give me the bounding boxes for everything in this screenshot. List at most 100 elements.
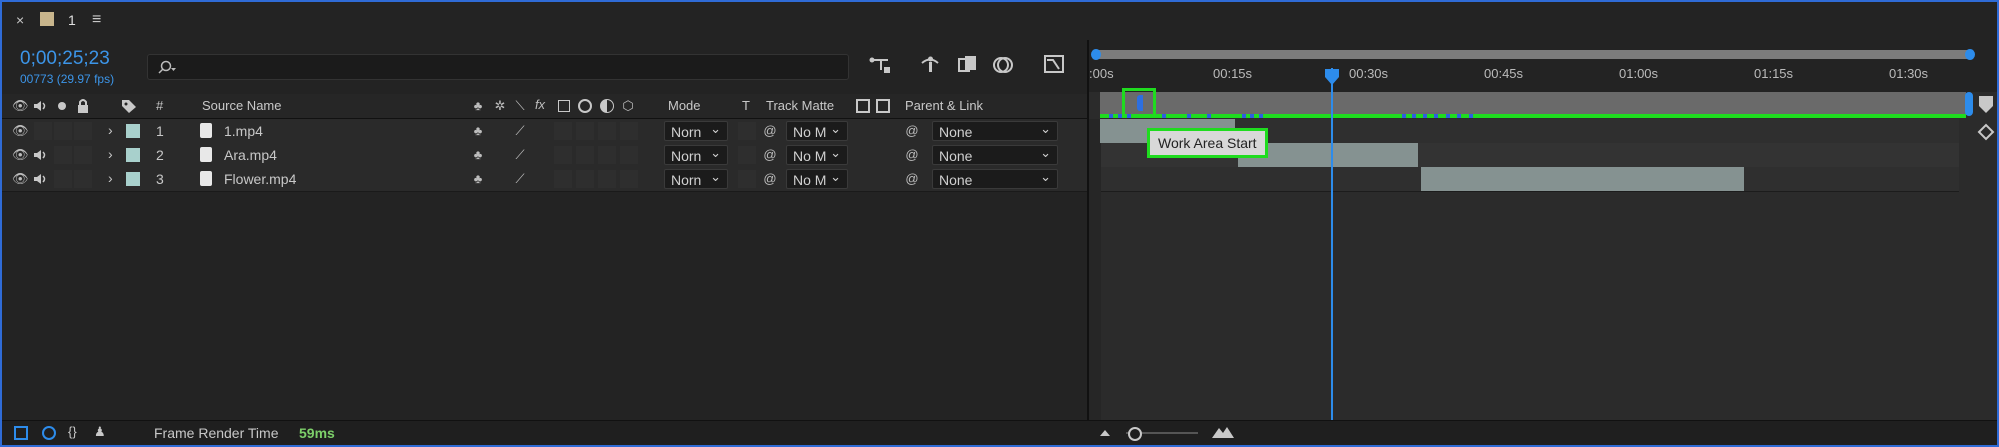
- audio-icon[interactable]: [32, 172, 48, 186]
- lock-toggle[interactable]: [74, 122, 92, 140]
- solo-toggle[interactable]: [54, 170, 72, 188]
- layer-duration-bar-3[interactable]: [1421, 167, 1744, 191]
- lock-toggle[interactable]: [74, 146, 92, 164]
- composition-flowchart-icon[interactable]: [868, 54, 892, 76]
- zoom-slider-thumb[interactable]: [1128, 427, 1142, 441]
- shy-layers-icon[interactable]: [918, 54, 942, 76]
- quality-switch-icon[interactable]: ⟋: [512, 170, 528, 188]
- quality-switch-icon[interactable]: ⟋: [512, 146, 528, 164]
- matte-pickwhip-icon[interactable]: @: [762, 122, 778, 140]
- quality-switch-icon[interactable]: ⟋: [512, 122, 528, 140]
- shy-switch-icon[interactable]: ♣: [470, 122, 486, 140]
- audio-icon[interactable]: [32, 148, 48, 162]
- track-matte-dropdown[interactable]: No M ⌄: [786, 121, 848, 141]
- work-area-bar[interactable]: [1100, 92, 1966, 116]
- transfer-controls-toggle-icon[interactable]: [42, 426, 56, 440]
- layer-name[interactable]: 1.mp4: [224, 123, 263, 139]
- switch-box[interactable]: [554, 170, 572, 188]
- switch-box[interactable]: [576, 122, 594, 140]
- preserve-transparency-toggle[interactable]: [738, 146, 756, 164]
- switch-box[interactable]: [554, 146, 572, 164]
- switch-box[interactable]: [620, 146, 638, 164]
- label-tag-icon[interactable]: [120, 98, 138, 114]
- chevron-down-icon[interactable]: ⌄: [710, 143, 721, 163]
- current-time-indicator-head[interactable]: [1324, 68, 1340, 86]
- switch-box[interactable]: [576, 170, 594, 188]
- label-color-swatch[interactable]: [126, 148, 140, 162]
- switch-box[interactable]: [598, 170, 616, 188]
- parent-pickwhip-icon[interactable]: @: [904, 122, 920, 140]
- video-visibility-icon[interactable]: 👁: [12, 146, 29, 164]
- expand-chevron-icon[interactable]: ›: [108, 122, 113, 138]
- layer-switches-toggle-icon[interactable]: [14, 426, 28, 440]
- mode-dropdown[interactable]: Norn ⌄: [664, 169, 728, 189]
- audio-toggle[interactable]: [34, 122, 52, 140]
- video-visibility-icon[interactable]: 👁: [12, 122, 29, 140]
- chevron-down-icon[interactable]: ⌄: [830, 119, 841, 139]
- search-input[interactable]: [147, 54, 849, 80]
- parent-pickwhip-icon[interactable]: @: [904, 170, 920, 188]
- comp-marker-bin-icon[interactable]: [1976, 94, 1996, 116]
- frame-blending-icon[interactable]: [956, 54, 980, 76]
- switch-box[interactable]: [554, 122, 572, 140]
- switch-box[interactable]: [576, 146, 594, 164]
- matte-pickwhip-icon[interactable]: @: [762, 146, 778, 164]
- chevron-down-icon[interactable]: ⌄: [710, 119, 721, 139]
- layer-name[interactable]: Flower.mp4: [224, 171, 296, 187]
- mode-dropdown[interactable]: Norn ⌄: [664, 121, 728, 141]
- solo-icon[interactable]: [58, 102, 66, 110]
- in-out-toggle-icon[interactable]: {}: [68, 424, 77, 439]
- shy-switch-icon[interactable]: ♣: [470, 146, 486, 164]
- current-time-indicator-line[interactable]: [1331, 68, 1333, 420]
- chevron-down-icon[interactable]: ⌄: [710, 167, 721, 187]
- layer-row-3[interactable]: 👁 › 3 Flower.mp4 ♣ ⟋ Norn ⌄ @ No M ⌄ @ Non…: [2, 167, 1087, 192]
- composition-tab[interactable]: 1: [68, 12, 76, 28]
- audio-icon[interactable]: [32, 99, 48, 113]
- video-visibility-icon[interactable]: 👁: [12, 170, 29, 188]
- video-visibility-icon[interactable]: 👁: [12, 97, 29, 115]
- label-color-swatch[interactable]: [126, 124, 140, 138]
- lock-icon[interactable]: [76, 98, 90, 114]
- work-area-end-handle[interactable]: [1965, 92, 1973, 116]
- parent-pickwhip-icon[interactable]: @: [904, 146, 920, 164]
- layer-row-2[interactable]: 👁 › 2 Ara.mp4 ♣ ⟋ Norn ⌄ @ No M ⌄ @ None ⌄: [2, 143, 1087, 168]
- graph-editor-icon[interactable]: [1042, 52, 1066, 76]
- solo-toggle[interactable]: [54, 146, 72, 164]
- source-name-column-label[interactable]: Source Name: [202, 98, 281, 113]
- layer-name[interactable]: Ara.mp4: [224, 147, 277, 163]
- mode-dropdown[interactable]: Norn ⌄: [664, 145, 728, 165]
- chevron-down-icon[interactable]: ⌄: [1040, 167, 1051, 187]
- time-navigator-bar[interactable]: [1093, 50, 1973, 59]
- layer-row-1[interactable]: 👁 › 1 1.mp4 ♣ ⟋ Norn ⌄ @ No M ⌄ @ None ⌄: [2, 119, 1087, 144]
- preserve-transparency-toggle[interactable]: [738, 122, 756, 140]
- chevron-down-icon[interactable]: ⌄: [830, 167, 841, 187]
- label-color-swatch[interactable]: [126, 172, 140, 186]
- render-time-toggle-icon[interactable]: ♟: [94, 424, 106, 440]
- track-matte-dropdown[interactable]: No M ⌄: [786, 145, 848, 165]
- switch-box[interactable]: [598, 146, 616, 164]
- zoom-out-icon[interactable]: [1096, 426, 1114, 440]
- shy-switch-icon[interactable]: ♣: [470, 170, 486, 188]
- chevron-down-icon[interactable]: ⌄: [1040, 143, 1051, 163]
- zoom-in-icon[interactable]: [1210, 424, 1236, 440]
- motion-blur-icon[interactable]: [992, 54, 1016, 76]
- parent-dropdown[interactable]: None ⌄: [932, 145, 1058, 165]
- navigator-end-handle[interactable]: [1965, 49, 1975, 60]
- track-matte-dropdown[interactable]: No M ⌄: [786, 169, 848, 189]
- switch-box[interactable]: [598, 122, 616, 140]
- switch-box[interactable]: [620, 122, 638, 140]
- parent-dropdown[interactable]: None ⌄: [932, 121, 1058, 141]
- close-tab-button[interactable]: ×: [16, 12, 24, 28]
- expand-chevron-icon[interactable]: ›: [108, 170, 113, 186]
- matte-pickwhip-icon[interactable]: @: [762, 170, 778, 188]
- chevron-down-icon[interactable]: ⌄: [830, 143, 841, 163]
- comp-button-icon[interactable]: [1976, 122, 1996, 144]
- current-time-display[interactable]: 0;00;25;23: [20, 48, 110, 70]
- solo-toggle[interactable]: [54, 122, 72, 140]
- preserve-transparency-toggle[interactable]: [738, 170, 756, 188]
- switch-box[interactable]: [620, 170, 638, 188]
- navigator-start-handle[interactable]: [1091, 49, 1101, 60]
- panel-menu-icon[interactable]: ≡: [92, 11, 101, 29]
- parent-dropdown[interactable]: None ⌄: [932, 169, 1058, 189]
- lock-toggle[interactable]: [74, 170, 92, 188]
